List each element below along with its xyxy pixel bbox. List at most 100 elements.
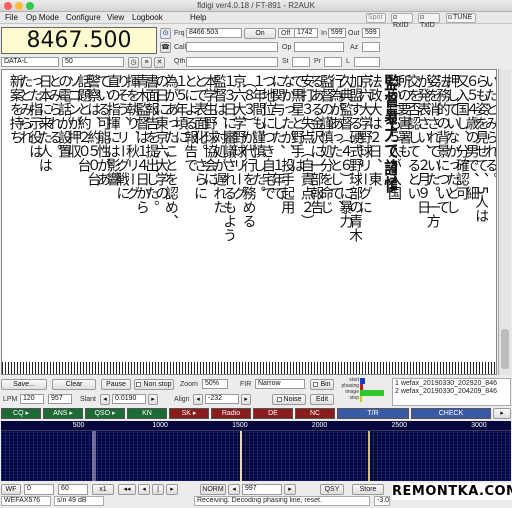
received-files-list[interactable]: 1 wefax_20190330_202920_846 2 wefax_2019… [392,378,511,406]
noise-label: Noise [283,396,302,403]
wf-right-button[interactable]: ▸ [166,484,178,495]
wf-left-button[interactable]: ◂ [138,484,150,495]
image-bar [360,390,384,396]
wf-speed-button[interactable]: NORM [200,484,226,495]
list-icon[interactable]: ≡ [141,57,152,68]
macro-sk-button[interactable]: SK ▸ [169,408,209,419]
macro-de-button[interactable]: DE [253,408,293,419]
macro-cq-button[interactable]: CQ ▸ [1,408,41,419]
clear-log-icon[interactable]: ✕ [154,57,165,68]
file-item[interactable]: 2 wefax_20190330_204209_846 [395,388,508,396]
pr-field[interactable] [324,57,342,67]
noise-toggle[interactable]: Noise [272,394,306,405]
align-field[interactable]: -232 [205,394,239,404]
watermark-logo: REMONTKA.COM [392,483,512,500]
macro-radio-button[interactable]: Radio [211,408,251,419]
wf-center-button[interactable]: | [152,484,164,495]
pause-button[interactable]: Pause [101,379,131,390]
bandwidth-select[interactable]: 50 [62,57,124,67]
txid-button[interactable]: TxID [418,13,440,29]
menu-op-mode[interactable]: Op Mode [26,13,59,22]
slant-up-button[interactable]: ▸ [148,394,158,405]
fax-scrollbar-thumb[interactable] [501,329,509,369]
off-field[interactable]: 1742 [294,28,318,38]
az-field[interactable] [362,42,380,52]
fax-scrollbar[interactable] [498,69,511,375]
clear-button[interactable]: Clear [52,379,96,390]
menu-help[interactable]: Help [190,13,206,22]
frq-field[interactable]: 8466.503 [186,28,242,38]
wf-slower-button[interactable]: ◂◂ [118,484,136,495]
zoom-select[interactable]: 50% [202,379,228,389]
call-field[interactable] [186,42,278,52]
tune-button[interactable]: TUNE [446,13,476,23]
macro-nc-button[interactable]: NC [295,408,335,419]
bin-checkbox[interactable] [313,381,319,387]
call-label: Call [174,44,187,51]
menu-configure[interactable]: Configure [66,13,101,22]
wf-min-field[interactable]: 0 [24,484,54,495]
in-field[interactable]: 599 [328,28,346,38]
tr-button[interactable]: T/R [337,408,409,419]
frequency-display[interactable]: 8467.500 [1,27,157,54]
rxid-button[interactable]: RxID [391,13,413,29]
macro-kn-button[interactable]: KN [127,408,167,419]
macro-cq-label: CQ [13,410,24,417]
status-mode[interactable]: WEFAX576 [1,496,51,506]
st-field[interactable] [292,57,310,67]
out-field[interactable]: 599 [362,28,380,38]
fax-image: いたとみられる。 らも姿を見せて、5人は ６５４歳の男で、細 又入国し、分確認可 押して… [1,69,497,375]
off-label: Off [281,30,291,37]
macro-qso-button[interactable]: QSO ▸ [85,408,125,419]
check-button[interactable]: CHECK [411,408,491,419]
scale-tick: 2500 [391,422,408,429]
wf-prev-button[interactable]: ◂ [228,484,240,495]
macro-ans-button[interactable]: ANS ▸ [43,408,83,419]
rig-lookup-icon[interactable]: ⊙ [160,28,171,39]
waterfall-cursor[interactable] [91,431,96,481]
status-value: -3.0 [374,496,390,506]
nonstop-toggle[interactable]: Non stop [134,379,174,390]
call-lookup-icon[interactable]: ☎ [160,42,171,53]
spot-button[interactable]: Spot [366,13,386,23]
wf-range-field[interactable]: 60 [58,484,88,495]
align-down-button[interactable]: ◂ [193,394,203,405]
on-button[interactable]: On [244,28,276,39]
macro-qso-label: QSO [94,410,111,417]
slant-down-button[interactable]: ◂ [100,394,110,405]
wf-mode-button[interactable]: WF [1,484,21,495]
scale-tick: 1000 [152,422,168,429]
menu-file[interactable]: File [5,13,18,22]
frq-label: Frq [174,30,185,37]
in-label: In [321,30,327,37]
bin-toggle[interactable]: Bin [310,379,334,390]
title-bar: fldigi ver4.0.18 / FT-891 - R2AUK [0,0,512,12]
file-item[interactable]: 1 wefax_20190330_202920_846 [395,380,508,388]
wf-zoom-button[interactable]: x1 [92,484,114,495]
store-button[interactable]: Store [352,484,384,495]
save-button[interactable]: Save... [1,379,47,390]
waterfall-noise [1,431,511,481]
nonstop-checkbox[interactable] [136,381,142,387]
edit-button[interactable]: Edit [310,394,334,405]
clock-icon[interactable]: ◷ [128,57,139,68]
wf-next-button[interactable]: ▸ [284,484,296,495]
stop-bar [360,396,362,402]
mode-select[interactable]: DATA-L [1,57,59,67]
menu-view[interactable]: View [107,13,124,22]
lpm-alt-field[interactable]: 957 [48,394,72,404]
macro-set-button[interactable]: ▸ [493,408,511,419]
noise-checkbox[interactable] [276,396,282,402]
locator-field[interactable] [354,57,380,67]
qth-field[interactable] [186,57,278,67]
slant-field[interactable]: 0.0190 [112,394,146,404]
macro-kn-label: KN [142,410,152,417]
menu-logbook[interactable]: Logbook [132,13,163,22]
fir-select[interactable]: Narrow [255,379,305,389]
lpm-select[interactable]: 120 [20,394,44,404]
op-field[interactable] [294,42,344,52]
qsy-button[interactable]: QSY [320,484,344,495]
align-up-button[interactable]: ▸ [241,394,251,405]
scale-tick: 1500 [232,422,248,429]
wf-carrier-field[interactable]: 997 [242,484,282,495]
